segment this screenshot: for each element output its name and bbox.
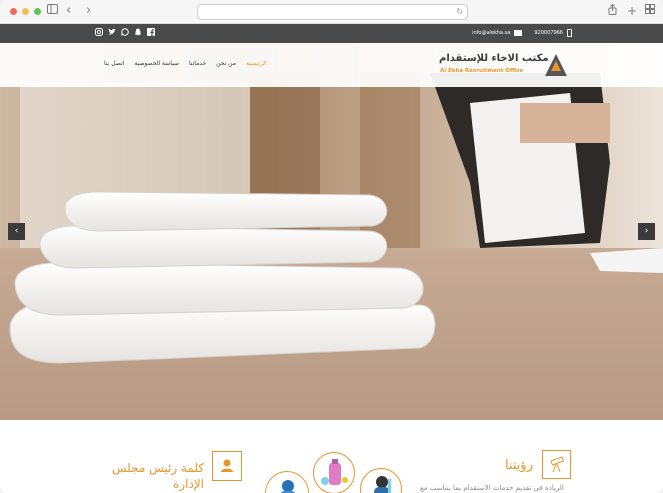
close-window-button[interactable] bbox=[10, 8, 17, 15]
telescope-icon bbox=[542, 450, 571, 479]
instagram-icon[interactable] bbox=[95, 28, 103, 38]
about-section: رؤيتنا الريادة في تقديم خدمات الاستقدام … bbox=[0, 420, 663, 493]
back-icon[interactable]: ‹ bbox=[66, 4, 71, 18]
phone-text[interactable]: 920007966 bbox=[534, 28, 563, 38]
address-bar[interactable]: ↻ bbox=[197, 4, 468, 20]
facebook-icon[interactable] bbox=[147, 28, 155, 38]
share-icon[interactable] bbox=[608, 3, 617, 19]
cleaner-illustration-right bbox=[360, 468, 402, 493]
whatsapp-icon[interactable] bbox=[121, 28, 129, 38]
minimize-window-button[interactable] bbox=[22, 8, 29, 15]
nav-item-privacy[interactable]: سياسة الخصوصية bbox=[134, 60, 179, 67]
vision-title: رؤيتنا bbox=[505, 458, 533, 473]
vision-text: الريادة في تقديم خدمات الاستقدام بما يتن… bbox=[420, 484, 564, 492]
nav-item-services[interactable]: خدماتنا bbox=[189, 60, 206, 67]
nav-item-contact[interactable]: اتصل بنا bbox=[104, 60, 124, 67]
hero-slider bbox=[0, 43, 663, 420]
chairman-title: كلمة رئيس مجلس الإدارة bbox=[111, 461, 204, 491]
email-text[interactable]: info@alekha.sa bbox=[472, 28, 510, 38]
twitter-icon[interactable] bbox=[108, 28, 116, 38]
logo-english-text: Al Ekha Recruitment Office bbox=[440, 68, 524, 74]
maximize-window-button[interactable] bbox=[34, 8, 41, 15]
site-header: الرئيسية من نحن خدماتنا سياسة الخصوصية ا… bbox=[0, 43, 663, 87]
slider-prev-button[interactable]: ‹ bbox=[8, 223, 25, 240]
hero-image bbox=[0, 43, 663, 420]
forward-icon[interactable]: › bbox=[86, 4, 91, 18]
browser-window: ‹ › ↻ + info@alekha.sa 920007966 الرئيسي… bbox=[0, 0, 663, 493]
phone-icon bbox=[567, 29, 572, 37]
site-logo[interactable]: مكتب الاخاء للإستقدام Al Ekha Recruitmen… bbox=[439, 52, 567, 78]
user-icon bbox=[212, 451, 242, 481]
main-nav: الرئيسية من نحن خدماتنا سياسة الخصوصية ا… bbox=[104, 60, 267, 67]
snapchat-icon[interactable] bbox=[134, 28, 142, 38]
reload-icon[interactable]: ↻ bbox=[456, 5, 463, 19]
sidebar-icon[interactable] bbox=[47, 4, 58, 18]
tabs-icon[interactable] bbox=[645, 4, 655, 18]
cleaner-illustration-left bbox=[265, 471, 309, 493]
contact-info: info@alekha.sa 920007966 bbox=[472, 28, 572, 38]
new-tab-icon[interactable]: + bbox=[627, 4, 637, 18]
social-links bbox=[95, 28, 155, 38]
logo-arabic-text: مكتب الاخاء للإستقدام bbox=[439, 53, 549, 64]
top-info-bar: info@alekha.sa 920007966 bbox=[0, 24, 663, 43]
browser-toolbar: ‹ › ↻ + bbox=[0, 0, 663, 24]
nav-item-home[interactable]: الرئيسية bbox=[246, 60, 267, 67]
envelope-icon bbox=[514, 30, 523, 36]
cleaning-supplies-illustration bbox=[313, 452, 355, 493]
slider-next-button[interactable]: › bbox=[638, 223, 655, 240]
logo-mark-accent bbox=[551, 61, 561, 71]
nav-item-about[interactable]: من نحن bbox=[216, 60, 236, 67]
